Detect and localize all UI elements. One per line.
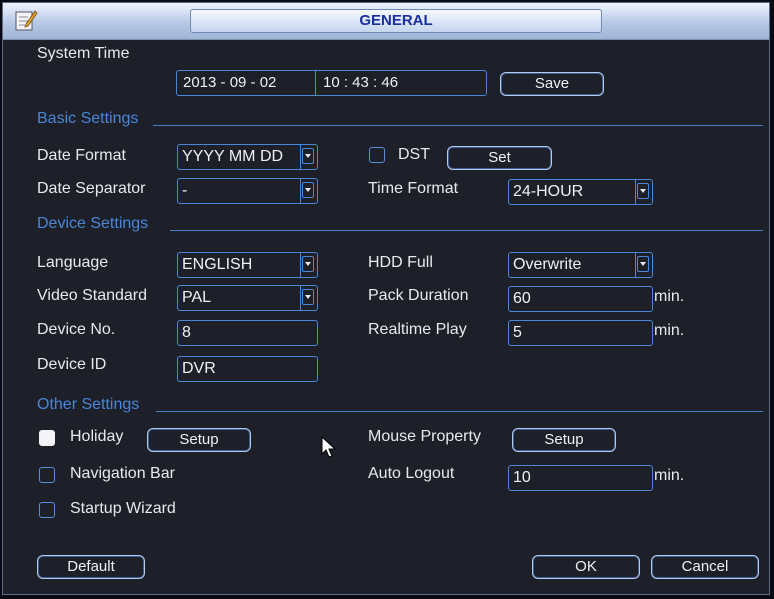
chevron-down-icon[interactable] bbox=[302, 289, 314, 305]
time-format-select[interactable]: 24-HOUR bbox=[508, 179, 653, 205]
cancel-button[interactable]: Cancel bbox=[651, 555, 759, 579]
settings-pencil-icon bbox=[15, 10, 38, 31]
device-id-input[interactable]: DVR bbox=[177, 356, 318, 382]
realtime-play-unit: min. bbox=[654, 322, 685, 339]
pack-duration-unit: min. bbox=[654, 288, 685, 305]
date-separator-label: Date Separator bbox=[37, 180, 146, 197]
startup-wizard-label: Startup Wizard bbox=[70, 500, 176, 517]
video-standard-label: Video Standard bbox=[37, 287, 148, 304]
holiday-setup-button[interactable]: Setup bbox=[147, 428, 251, 452]
realtime-play-label: Realtime Play bbox=[368, 321, 467, 338]
video-standard-select[interactable]: PAL bbox=[177, 285, 318, 311]
time-format-label: Time Format bbox=[368, 180, 459, 197]
title-bar: GENERAL bbox=[3, 3, 769, 40]
chevron-down-icon[interactable] bbox=[302, 148, 314, 164]
date-format-select[interactable]: YYYY MM DD bbox=[177, 144, 318, 170]
hdd-full-label: HDD Full bbox=[368, 254, 433, 271]
video-standard-value: PAL bbox=[182, 289, 212, 306]
chevron-down-icon[interactable] bbox=[637, 183, 649, 199]
auto-logout-unit: min. bbox=[654, 467, 685, 484]
system-time-field[interactable]: 2013 - 09 - 02 10 : 43 : 46 bbox=[176, 70, 487, 96]
dst-set-button[interactable]: Set bbox=[447, 146, 552, 170]
device-no-label: Device No. bbox=[37, 321, 116, 338]
holiday-label: Holiday bbox=[70, 428, 124, 445]
holiday-checkbox[interactable] bbox=[39, 430, 55, 446]
default-button[interactable]: Default bbox=[37, 555, 145, 579]
basic-settings-divider bbox=[153, 125, 763, 126]
system-date-value[interactable]: 2013 - 09 - 02 bbox=[183, 71, 276, 95]
mouse-property-label: Mouse Property bbox=[368, 428, 481, 445]
device-settings-heading: Device Settings bbox=[37, 215, 149, 232]
basic-settings-heading: Basic Settings bbox=[37, 110, 139, 127]
time-format-value: 24-HOUR bbox=[513, 183, 584, 200]
device-no-input[interactable]: 8 bbox=[177, 320, 318, 346]
date-separator-select[interactable]: - bbox=[177, 178, 318, 204]
auto-logout-label: Auto Logout bbox=[368, 465, 455, 482]
chevron-down-icon[interactable] bbox=[302, 182, 314, 198]
navigation-bar-label: Navigation Bar bbox=[70, 465, 175, 482]
auto-logout-input[interactable]: 10 bbox=[508, 465, 653, 491]
dst-label: DST bbox=[398, 146, 430, 163]
dst-checkbox[interactable] bbox=[369, 147, 385, 163]
date-format-label: Date Format bbox=[37, 147, 126, 164]
other-settings-heading: Other Settings bbox=[37, 396, 140, 413]
hdd-full-select[interactable]: Overwrite bbox=[508, 252, 653, 278]
ok-button[interactable]: OK bbox=[532, 555, 640, 579]
mouse-pointer-icon bbox=[321, 436, 337, 458]
pack-duration-input[interactable]: 60 bbox=[508, 286, 653, 312]
general-settings-window: GENERAL System Time 2013 - 09 - 02 10 : … bbox=[2, 2, 770, 595]
date-separator-value: - bbox=[182, 182, 188, 199]
realtime-play-input[interactable]: 5 bbox=[508, 320, 653, 346]
device-settings-divider bbox=[170, 230, 763, 231]
system-time-value[interactable]: 10 : 43 : 46 bbox=[323, 71, 398, 95]
startup-wizard-checkbox[interactable] bbox=[39, 502, 55, 518]
device-id-label: Device ID bbox=[37, 356, 107, 373]
navigation-bar-checkbox[interactable] bbox=[39, 467, 55, 483]
pack-duration-label: Pack Duration bbox=[368, 287, 469, 304]
chevron-down-icon[interactable] bbox=[637, 256, 649, 272]
hdd-full-value: Overwrite bbox=[513, 256, 582, 273]
system-time-label: System Time bbox=[37, 45, 130, 62]
date-format-value: YYYY MM DD bbox=[182, 148, 284, 165]
chevron-down-icon[interactable] bbox=[302, 256, 314, 272]
language-select[interactable]: ENGLISH bbox=[177, 252, 318, 278]
mouse-property-setup-button[interactable]: Setup bbox=[512, 428, 616, 452]
language-value: ENGLISH bbox=[182, 256, 253, 273]
language-label: Language bbox=[37, 254, 109, 271]
other-settings-divider bbox=[156, 411, 763, 412]
save-button[interactable]: Save bbox=[500, 72, 604, 96]
window-title: GENERAL bbox=[190, 9, 602, 33]
